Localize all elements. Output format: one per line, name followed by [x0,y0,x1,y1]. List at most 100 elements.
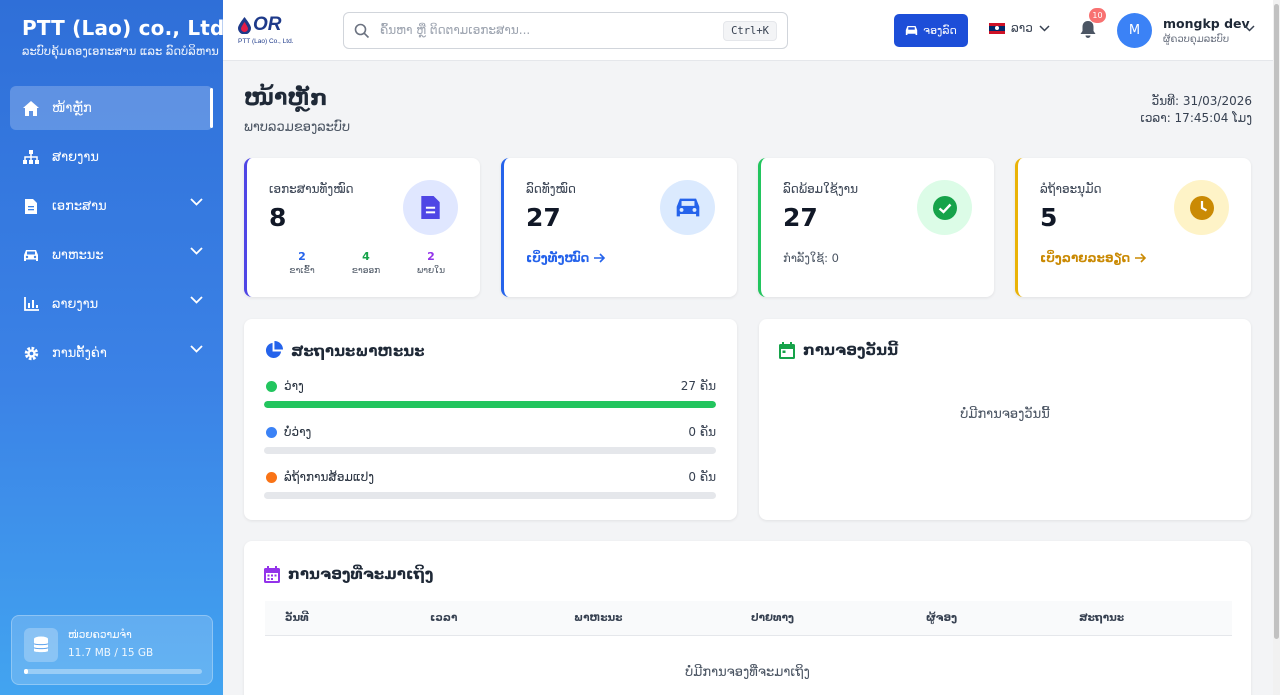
sidebar: PTT (Lao) co., Ltd. ລະບົບຄຸ້ມຄອງເອກະສານ … [0,0,232,695]
stat-label: ເອກະສານທັງໝົດ [269,182,354,196]
today-booking-panel: ການຈອງວັນນີ້ ບໍ່ມີການຈອງວັນນີ້ [759,319,1251,520]
logo-mark: OR [253,14,282,35]
panel-title: ສະຖານະພາຫະນະ [264,341,425,360]
notification-badge: 10 [1089,8,1106,23]
stat-value: 27 [526,203,561,232]
status-value: 0 ຄັນ [688,470,716,484]
pie-chart-icon [265,341,283,359]
scrollbar-thumb[interactable] [1274,4,1279,639]
sidebar-item-home[interactable]: ໜ້າຫຼັກ [10,86,213,130]
page-scrollbar[interactable] [1273,0,1280,695]
arrow-right-icon [594,253,606,263]
language-selector[interactable]: ລາວ [989,21,1050,35]
calendar-icon [264,565,280,583]
sidebar-item-reports[interactable]: ລາຍງານ [10,282,213,326]
current-date: ວັນທີ: 31/03/2026 [1151,94,1252,108]
sidebar-item-settings[interactable]: ການຕັ້ງຄ່າ [10,331,213,375]
upcoming-bookings-panel: ການຈອງທີ່ຈະມາເຖິງ ວັນທີ ເວລາ ພາຫະນະ ປາຍທ… [244,541,1251,695]
status-dot [266,427,277,438]
stat-value: 8 [269,203,287,232]
top-header: OR PTT (Lao) Co., Ltd. ຄົ້ນຫາ ຫຼື ຕິດຕາມ… [223,0,1273,61]
search-shortcut: Ctrl+K [723,21,777,41]
column-header: ພາຫະນະ [574,612,623,624]
lao-flag-icon [989,22,1005,34]
status-row-busy: ບໍ່ວ່າງ 0 ຄັນ [264,425,716,465]
book-car-label: ຈອງລົດ [923,24,957,37]
stat-label: ລໍຖ້າອະນຸມັດ [1040,182,1102,196]
sidebar-item-label: ເອກະສານ [52,198,107,214]
search-placeholder: ຄົ້ນຫາ ຫຼື ຕິດຕາມເອກະສານ... [380,23,531,37]
notification-button[interactable]: 10 [1079,8,1106,43]
language-label: ລາວ [1011,21,1033,35]
brand-subtitle: ລະບົບຄຸ້ມຄອງເອກະສານ ແລະ ລົດບໍລິຫານ [22,44,219,58]
stat-outgoing-label: ຂາອອກ [351,266,381,276]
car-icon [22,246,40,264]
user-role: ຜູ້ຄວບຄຸມລະບົບ [1163,34,1230,45]
status-dot [266,472,277,483]
empty-message: ບໍ່ມີການຈອງທີ່ຈະມາເຖິງ [685,665,810,680]
sidebar-nav: ໜ້າຫຼັກ ສາຍງານ ເອກະສານ ພາຫະນະ ລາຍງານ ການ… [0,86,223,380]
current-time: ເວລາ: 17:45:04 ໂມງ [1140,111,1252,125]
column-header: ວັນທີ [285,612,309,624]
document-icon [22,197,40,215]
sidebar-item-label: ສາຍງານ [52,149,99,165]
panel-title-text: ການຈອງທີ່ຈະມາເຖິງ [288,565,434,583]
stat-internal-count: 2 [427,250,435,263]
stat-label: ລົດທັງໝົດ [526,182,576,196]
chevron-down-icon [1244,25,1255,32]
stat-incoming: 2 ຂາເຂົ້າ [277,250,327,276]
search-input[interactable]: ຄົ້ນຫາ ຫຼື ຕິດຕາມເອກະສານ... Ctrl+K [343,12,788,49]
view-all-cars-link[interactable]: ເບິ່ງທັງໝົດ [526,251,606,265]
stat-internal: 2 ພາຍໃນ [406,250,456,276]
storage-value: 11.7 MB / 15 GB [68,647,154,659]
home-icon [22,99,40,117]
storage-widget: ໜ່ວຍຄວາມຈຳ 11.7 MB / 15 GB [11,615,213,685]
column-header: ປາຍທາງ [751,612,794,624]
status-bar [264,447,716,454]
view-all-cars-label: ເບິ່ງທັງໝົດ [526,251,590,265]
stat-card-pending[interactable]: ລໍຖ້າອະນຸມັດ 5 ເບິ່ງລາຍລະອຽດ [1015,158,1251,297]
arrow-right-icon [1135,253,1147,263]
book-car-button[interactable]: ຈອງລົດ [894,14,968,47]
car-icon [905,26,918,35]
view-pending-link[interactable]: ເບິ່ງລາຍລະອຽດ [1040,251,1147,265]
chevron-down-icon [190,296,203,304]
status-row-repair: ລໍຖ້າການສ້ອມແປງ 0 ຄັນ [264,470,716,510]
status-bar [264,401,716,408]
logo-subtitle: PTT (Lao) Co., Ltd. [238,38,294,45]
status-bar [264,492,716,499]
status-label: ລໍຖ້າການສ້ອມແປງ [284,470,375,484]
search-icon [354,23,370,39]
sidebar-item-vehicles[interactable]: ພາຫະນະ [10,233,213,277]
panel-title: ການຈອງທີ່ຈະມາເຖິງ [264,565,433,583]
company-logo[interactable]: OR PTT (Lao) Co., Ltd. [238,14,300,48]
status-dot [266,381,277,392]
stat-card-cars[interactable]: ລົດທັງໝົດ 27 ເບິ່ງທັງໝົດ [501,158,737,297]
storage-bar-fill [24,669,28,674]
stat-card-available-cars[interactable]: ລົດພ້ອມໃຊ້ງານ 27 ກຳລັງໃຊ້: 0 [758,158,994,297]
column-header: ຜູ້ຈອງ [926,612,958,624]
in-use-note: ກຳລັງໃຊ້: 0 [783,251,839,265]
storage-title: ໜ່ວຍຄວາມຈຳ [68,629,132,641]
logo-drop-icon [238,17,251,34]
status-bar-fill [264,401,716,408]
calendar-icon [779,341,795,359]
clock-icon [1174,180,1229,235]
chevron-down-icon [190,198,203,206]
status-row-free: ວ່າງ 27 ຄັນ [264,379,716,419]
chevron-down-icon [1039,24,1050,32]
status-value: 27 ຄັນ [680,379,716,393]
stat-value: 27 [783,203,818,232]
panel-title: ການຈອງວັນນີ້ [779,341,898,359]
sidebar-item-org[interactable]: ສາຍງານ [10,135,213,179]
gear-icon [22,344,40,362]
sidebar-item-label: ການຕັ້ງຄ່າ [52,345,107,361]
empty-message: ບໍ່ມີການຈອງວັນນີ້ [960,407,1050,422]
sidebar-item-label: ໜ້າຫຼັກ [52,100,92,116]
sidebar-item-documents[interactable]: ເອກະສານ [10,184,213,228]
user-name: mongkp dev [1163,16,1250,31]
status-label: ວ່າງ [284,379,304,393]
document-icon [403,180,458,235]
stat-outgoing: 4 ຂາອອກ [341,250,391,276]
stat-card-documents[interactable]: ເອກະສານທັງໝົດ 8 2 ຂາເຂົ້າ 4 ຂາອອກ 2 ພາຍໃ… [244,158,480,297]
